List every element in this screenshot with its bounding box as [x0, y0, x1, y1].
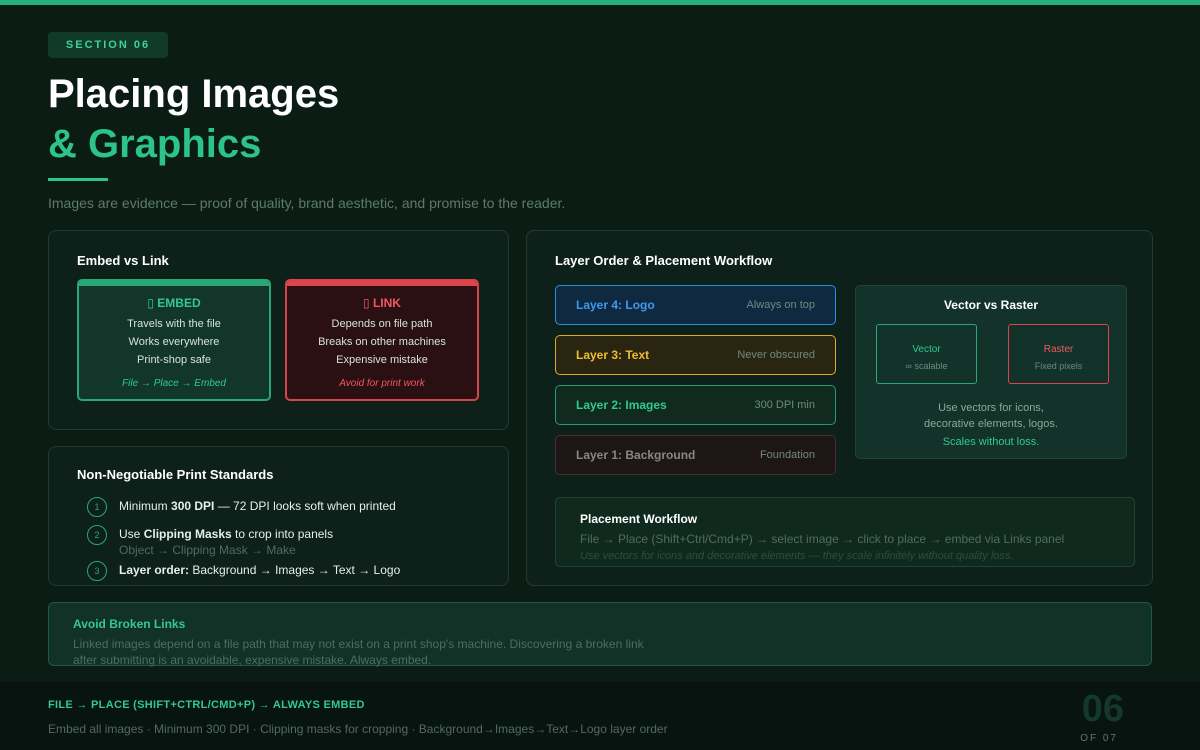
- layer-order-title: Layer Order & Placement Workflow: [555, 253, 773, 268]
- step-number-badge: 3: [87, 561, 107, 581]
- layer-images-row: Layer 2: Images 300 DPI min: [555, 385, 836, 425]
- vector-sub: ∞ scalable: [905, 361, 948, 371]
- embed-card-heading: ▯ EMBED: [147, 296, 201, 310]
- vector-vs-raster-title: Vector vs Raster: [943, 298, 1039, 312]
- standard-text: Minimum 300 DPI — 72 DPI looks soft when…: [119, 499, 396, 513]
- embed-card-line: Works everywhere: [128, 336, 220, 348]
- raster-label: Raster: [1043, 344, 1074, 355]
- layer-name: Layer 3: Text: [576, 348, 650, 362]
- layer-name: Layer 1: Background: [576, 448, 696, 462]
- title-underline: [48, 178, 108, 181]
- layer-text-row: Layer 3: Text Never obscured: [555, 335, 836, 375]
- standard-item: 2 Use Clipping Masks to crop into panels…: [87, 525, 333, 558]
- link-card-line: Depends on file path: [331, 318, 433, 330]
- vector-raster-note: decorative elements, logos.: [924, 418, 1058, 430]
- vector-vs-raster-card: Vector vs Raster Vector ∞ scalable Raste…: [855, 285, 1127, 459]
- layer-background-row: Layer 1: Background Foundation: [555, 435, 836, 475]
- embed-card-line: Travels with the file: [127, 318, 221, 330]
- layer-note: 300 DPI min: [754, 399, 815, 411]
- raster-box: Raster Fixed pixels: [1008, 324, 1109, 384]
- page-subtitle: Images are evidence — proof of quality, …: [48, 195, 566, 211]
- page-title-line1: Placing Images: [48, 72, 340, 116]
- top-accent-bar: [0, 0, 1200, 5]
- link-card-cap: [287, 281, 477, 286]
- embed-card-cap: [79, 281, 269, 286]
- print-standards-title: Non-Negotiable Print Standards: [77, 467, 274, 482]
- placement-workflow-title: Placement Workflow: [580, 512, 698, 526]
- link-card: ▯ LINK Depends on file path Breaks on ot…: [285, 279, 479, 401]
- standard-item: 1 Minimum 300 DPI — 72 DPI looks soft wh…: [87, 497, 396, 517]
- avoid-broken-links-text: after submitting is an avoidable, expens…: [73, 653, 432, 667]
- vector-raster-note-highlight: Scales without loss.: [942, 436, 1040, 448]
- raster-sub: Fixed pixels: [1034, 361, 1083, 371]
- footer-headline: FILE → PLACE (SHIFT+CTRL/CMD+P) → ALWAYS…: [48, 699, 365, 711]
- placement-workflow-note: Use vectors for icons and decorative ele…: [580, 550, 1014, 562]
- footer-summary: Embed all images · Minimum 300 DPI · Cli…: [48, 722, 668, 736]
- avoid-broken-links-callout: Avoid Broken Links Linked images depend …: [48, 602, 1152, 667]
- embed-card-footer: File → Place → Embed: [122, 378, 226, 389]
- page-title-line2: & Graphics: [48, 122, 262, 166]
- avoid-broken-links-title: Avoid Broken Links: [73, 617, 186, 631]
- embed-vs-link-panel: Embed vs Link ▯ EMBED Travels with the f…: [48, 230, 509, 430]
- layer-note: Foundation: [759, 449, 815, 461]
- link-card-heading: ▯ LINK: [363, 296, 401, 310]
- layer-name: Layer 2: Images: [576, 398, 667, 412]
- layer-name: Layer 4: Logo: [576, 298, 655, 312]
- page-number: 06: [1081, 688, 1124, 730]
- link-card-line: Expensive mistake: [336, 354, 428, 366]
- placement-workflow-steps: File → Place (Shift+Ctrl/Cmd+P) → select…: [580, 532, 1065, 546]
- standard-text: Use Clipping Masks to crop into panels: [119, 527, 334, 541]
- vector-label: Vector: [912, 344, 941, 355]
- avoid-broken-links-text: Linked images depend on a file path that…: [73, 637, 644, 651]
- vector-box: Vector ∞ scalable: [876, 324, 977, 384]
- link-card-line: Breaks on other machines: [318, 336, 446, 348]
- placement-workflow-card: Placement Workflow File → Place (Shift+C…: [555, 497, 1135, 567]
- layer-note: Never obscured: [737, 349, 815, 361]
- embed-card: ▯ EMBED Travels with the file Works ever…: [77, 279, 271, 401]
- layer-order-panel: Layer Order & Placement Workflow Layer 4…: [526, 230, 1153, 586]
- layer-note: Always on top: [746, 299, 815, 311]
- page-total: OF 07: [1080, 733, 1118, 744]
- footer-bar: FILE → PLACE (SHIFT+CTRL/CMD+P) → ALWAYS…: [0, 682, 1200, 750]
- print-standards-panel: Non-Negotiable Print Standards 1 Minimum…: [48, 446, 509, 586]
- standard-subtext: Object → Clipping Mask → Make: [119, 543, 296, 557]
- embed-card-line: Print-shop safe: [137, 354, 211, 366]
- embed-vs-link-title: Embed vs Link: [77, 253, 169, 268]
- step-number-badge: 1: [87, 497, 107, 517]
- layer-logo-row: Layer 4: Logo Always on top: [555, 285, 836, 325]
- standard-text: Layer order: Background → Images → Text …: [119, 563, 401, 577]
- vector-raster-note: Use vectors for icons,: [938, 402, 1044, 414]
- link-card-footer: Avoid for print work: [339, 378, 425, 389]
- section-badge: SECTION 06: [48, 32, 168, 58]
- standard-item: 3 Layer order: Background → Images → Tex…: [87, 561, 400, 581]
- step-number-badge: 2: [87, 525, 107, 545]
